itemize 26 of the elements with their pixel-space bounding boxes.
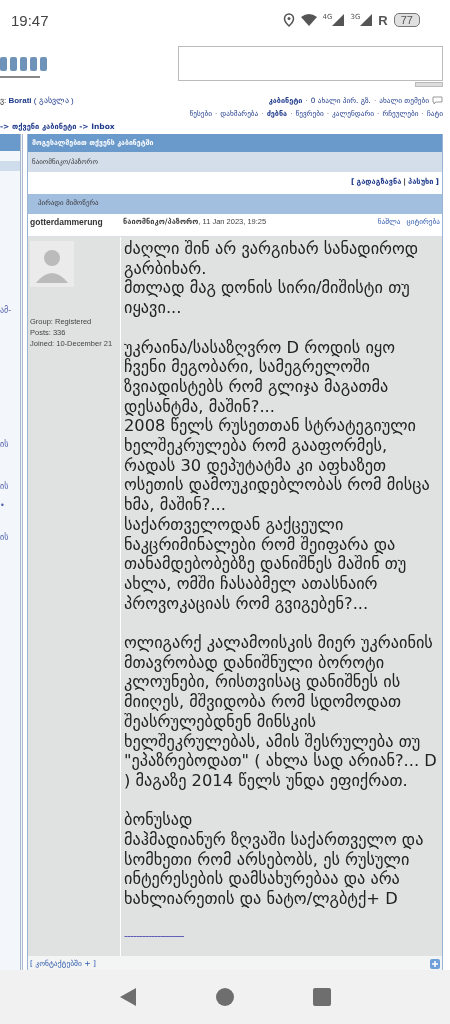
signal-icon [332,14,345,26]
chat-bubble-icon[interactable] [432,95,443,105]
user-greeting: ვ: Borati ( გასვლა ) [0,95,74,105]
message-paragraph: უკრაინა/სასაზღვრო D როდის იყო ჩვენი მეგობარი, სამეგრელოში ზვიადისტებს რომ გლიჯა მაგათმა დესანტმა, მაშინ?... 2008 წელს რუსეთთან სტრატეგიული ხელშეკრულება რომ გააფორმეს, რადას 30 დეპუტატმა კი აფხაზეთ ოსეთის დამოუკიდებლობას რომ მისცა ხმა, მაშინ?... საქართველოდან გაქცეული ნაკცრიმინალები რომ შეიფარა და თანამდებობებზე დანიშნეს მაშინ თუ ახლა, ომში ჩასაბმელ ათასნაირ პროვოკაციას რომ გვიგებენ?... [124,337,431,614]
wifi-icon [300,14,317,26]
author-name[interactable]: gotterdammerung [30,217,123,227]
location-pin-icon [282,13,295,27]
battery-indicator: 77 [393,13,420,27]
search-field[interactable] [178,46,443,81]
message-paragraph: ოლიგარქ კალამოისკის მიერ უკრაინის მთავრობად დანიშნული ბოროტი კლოუნები, რისთვისაც დანიშნეს ის მიიღეს, მშვიდობა რომ სდომოდათ შეასრულებდნენ მინსკის ხელშეკრულებას, ამის შესრულება თუ "ეპაზრებოდათ" ( ახლა სად არიან?... D ) მაგაზე 2014 წელს უნდა ეფიქრათ. [124,633,438,791]
sidebar-item[interactable]: ამ- [0,306,20,315]
message-paragraph: ძაღლი შინ არ ვარგიხარ სანადიროდ გარბიხარ. მთლად მაგ დონის სირი/მიშისტი თუ იყავი... [124,239,420,318]
sidebar-item[interactable]: • [0,501,20,510]
signal-icon [360,14,373,26]
home-icon[interactable] [215,987,235,1007]
signature-line: -------------------- [124,928,185,942]
clock-time: 19:47 [11,11,49,29]
roaming-label: R [378,12,388,28]
sidebar-item[interactable]: ის [0,533,20,542]
search-button[interactable] [415,82,443,87]
back-icon[interactable] [119,987,137,1007]
plus-icon[interactable] [430,958,440,969]
recent-apps-icon[interactable] [313,988,331,1006]
sidebar-item[interactable]: ის [0,482,20,491]
sidebar-item[interactable]: ის [0,440,20,449]
message-paragraph: ბონუსად მაჰმადიანურ ზღვაში საქართველო და სომხეთი რომ არსებობს, ეს რუსული ინტერესების დამსახურებაა და არა ხახლიარეთის და ნატო/ლგბტქ+ D [124,810,425,909]
